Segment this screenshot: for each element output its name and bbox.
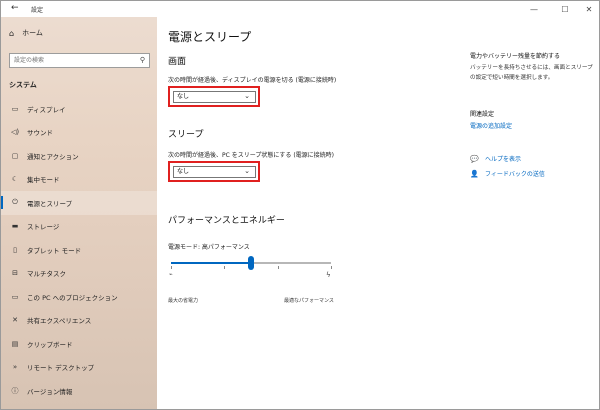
- sidebar-item-label: 電源とスリープ: [27, 199, 73, 208]
- sidebar-item-label: この PC へのプロジェクション: [27, 293, 118, 302]
- home-icon: ⌂: [9, 28, 15, 38]
- sidebar-item-label: ディスプレイ: [27, 105, 66, 114]
- section-label: システム: [9, 81, 37, 89]
- related-settings-heading: 関連設定: [470, 111, 495, 118]
- tablet-icon: ▯: [13, 245, 17, 254]
- sleep-description: 次の時間が経過後、PC をスリープ状態にする (電源に接続時): [168, 152, 335, 159]
- maximize-button[interactable]: ☐: [554, 1, 576, 17]
- sidebar-item-shared[interactable]: ✕ 共有エクスペリエンス: [1, 309, 157, 333]
- sound-icon: ◁): [10, 128, 20, 137]
- window-title: 設定: [31, 7, 44, 14]
- tips-description: バッテリーを長持ちさせるには、画面とスリープの設定で短い時間を選択します。: [470, 65, 593, 81]
- slider-right-label: 最適なパフォーマンス: [284, 298, 334, 304]
- sidebar-item-focus[interactable]: ☾ 集中モード: [1, 168, 157, 192]
- clipboard-icon: ▤: [11, 339, 19, 348]
- slider-tick: [171, 266, 172, 269]
- sidebar-item-label: タブレット モード: [27, 246, 82, 255]
- power-mode-slider[interactable]: ⌁ ϟ: [168, 255, 334, 285]
- home-nav-item[interactable]: ⌂ ホーム: [9, 28, 43, 38]
- focus-moon-icon: ☾: [11, 175, 19, 184]
- back-arrow-icon[interactable]: ←: [11, 3, 19, 13]
- display-icon: ▭: [11, 104, 19, 113]
- remote-desktop-icon: »: [12, 363, 18, 372]
- page-title: 電源とスリープ: [168, 30, 252, 44]
- screen-heading: 画面: [168, 57, 187, 67]
- search-input[interactable]: [10, 54, 130, 67]
- power-mode-label: 電源モード: 高パフォーマンス: [168, 244, 250, 251]
- storage-icon: ▬: [11, 222, 19, 231]
- give-feedback-link[interactable]: 👤 フィードバックの送信: [470, 169, 545, 179]
- info-icon: ⓘ: [11, 386, 19, 395]
- sleep-timeout-dropdown[interactable]: なし ⌄: [173, 166, 256, 178]
- projection-icon: ▭: [11, 292, 19, 301]
- search-box[interactable]: ⚲: [9, 53, 150, 68]
- help-label: ヘルプを表示: [485, 156, 522, 163]
- title-bar: ← 設定 — ☐ ✕: [1, 1, 599, 17]
- slider-fill: [171, 262, 251, 264]
- sidebar-item-label: クリップボード: [27, 340, 73, 349]
- tips-heading: 電力やバッテリー残量を節約する: [470, 53, 561, 60]
- sidebar-item-label: マルチタスク: [27, 270, 66, 279]
- share-icon: ✕: [12, 316, 18, 325]
- sidebar-item-power[interactable]: ⏻ 電源とスリープ: [1, 191, 157, 215]
- highlight-box: なし ⌄: [168, 86, 260, 107]
- highlight-box: なし ⌄: [168, 161, 260, 182]
- power-icon: ⏻: [12, 198, 18, 207]
- sidebar-item-display[interactable]: ▭ ディスプレイ: [1, 97, 157, 121]
- search-icon[interactable]: ⚲: [140, 56, 145, 64]
- minimize-button[interactable]: —: [523, 1, 545, 17]
- additional-power-settings-link[interactable]: 電源の追加設定: [470, 121, 512, 130]
- sidebar-item-remote[interactable]: » リモート デスクトップ: [1, 356, 157, 380]
- sidebar-item-label: 共有エクスペリエンス: [27, 317, 92, 326]
- dropdown-value: なし: [177, 168, 190, 175]
- sidebar-item-label: サウンド: [27, 129, 53, 138]
- slider-left-label: 最大の省電力: [168, 298, 199, 304]
- sidebar-item-tablet[interactable]: ▯ タブレット モード: [1, 238, 157, 262]
- sidebar-item-label: バージョン情報: [27, 387, 73, 396]
- sidebar: ⌂ ホーム ⚲ システム ▭ ディスプレイ ◁) サウンド ▢ 通知とアクション…: [1, 17, 157, 409]
- sidebar-item-notifications[interactable]: ▢ 通知とアクション: [1, 144, 157, 168]
- chevron-down-icon: ⌄: [244, 92, 250, 100]
- sidebar-item-multitask[interactable]: ⊟ マルチタスク: [1, 262, 157, 286]
- notification-icon: ▢: [11, 151, 19, 160]
- dropdown-value: なし: [177, 93, 190, 100]
- sidebar-item-about[interactable]: ⓘ バージョン情報: [1, 379, 157, 403]
- get-help-link[interactable]: 💬 ヘルプを表示: [470, 154, 522, 164]
- sleep-heading: スリープ: [168, 130, 204, 140]
- close-button[interactable]: ✕: [578, 1, 600, 17]
- performance-heading: パフォーマンスとエネルギー: [168, 216, 285, 226]
- battery-saver-icon: ⌁: [169, 271, 173, 278]
- slider-tick: [224, 266, 226, 269]
- help-chat-icon: 💬: [470, 154, 479, 163]
- sidebar-item-storage[interactable]: ▬ ストレージ: [1, 215, 157, 239]
- sidebar-item-label: 集中モード: [27, 176, 60, 185]
- slider-thumb[interactable]: [248, 256, 254, 270]
- slider-tick: [277, 266, 279, 269]
- lightning-icon: ϟ: [326, 271, 331, 279]
- sidebar-nav: ▭ ディスプレイ ◁) サウンド ▢ 通知とアクション ☾ 集中モード ⏻ 電源…: [1, 97, 157, 403]
- screen-timeout-dropdown[interactable]: なし ⌄: [173, 91, 256, 103]
- sidebar-item-label: ストレージ: [27, 223, 60, 232]
- slider-tick: [331, 266, 332, 269]
- feedback-label: フィードバックの送信: [485, 171, 545, 178]
- sidebar-item-projection[interactable]: ▭ この PC へのプロジェクション: [1, 285, 157, 309]
- multitask-icon: ⊟: [12, 269, 18, 278]
- main-content: 電源とスリープ 画面 次の時間が経過後、ディスプレイの電源を切る (電源に接続時…: [168, 17, 448, 407]
- sidebar-item-sound[interactable]: ◁) サウンド: [1, 121, 157, 145]
- home-label: ホーム: [22, 29, 43, 37]
- chevron-down-icon: ⌄: [244, 167, 250, 175]
- sidebar-item-label: リモート デスクトップ: [27, 364, 95, 373]
- sidebar-item-label: 通知とアクション: [27, 152, 79, 161]
- feedback-person-icon: 👤: [470, 169, 479, 178]
- sidebar-item-clipboard[interactable]: ▤ クリップボード: [1, 332, 157, 356]
- screen-description: 次の時間が経過後、ディスプレイの電源を切る (電源に接続時): [168, 77, 337, 84]
